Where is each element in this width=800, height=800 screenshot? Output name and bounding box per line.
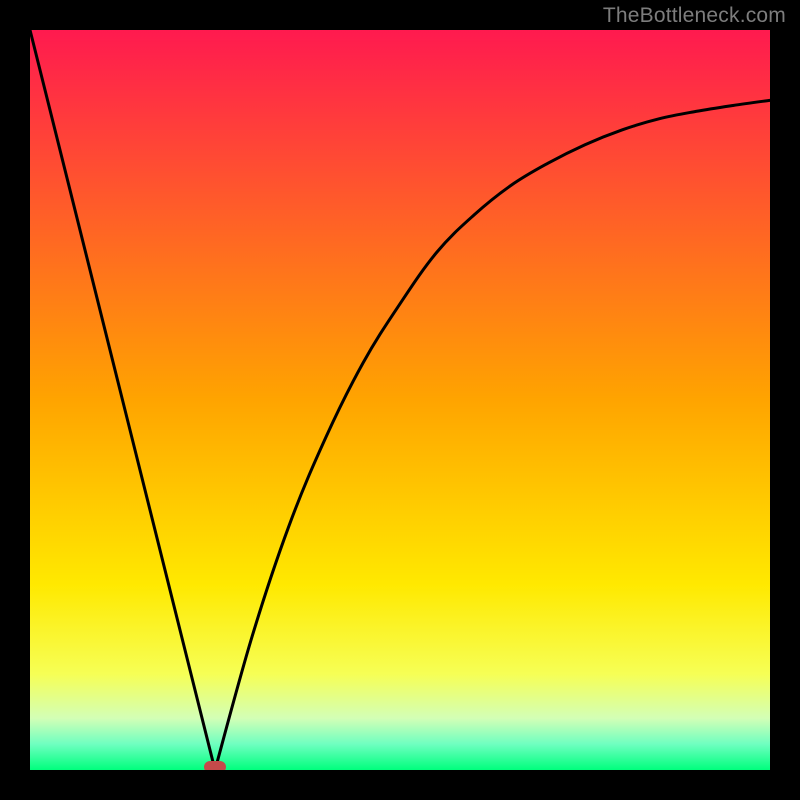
- watermark-label: TheBottleneck.com: [603, 4, 786, 28]
- optimum-marker: [204, 761, 226, 770]
- plot-area: [30, 30, 770, 770]
- bottleneck-curve: [30, 30, 770, 770]
- chart-frame: TheBottleneck.com: [0, 0, 800, 800]
